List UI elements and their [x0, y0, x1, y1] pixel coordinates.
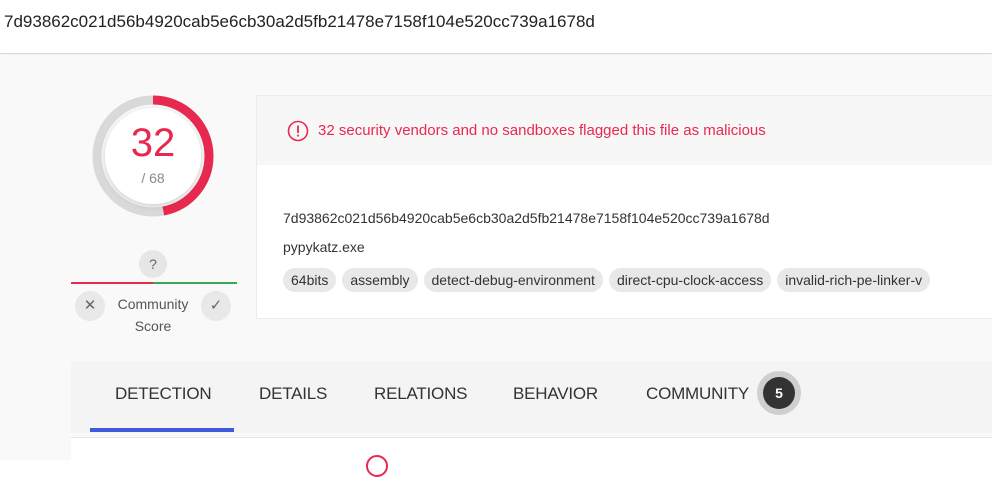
tab-behavior[interactable]: BEHAVIOR — [513, 384, 598, 404]
tab-detection[interactable]: DETECTION — [115, 384, 212, 404]
file-summary-card: 32 security vendors and no sandboxes fla… — [256, 95, 992, 319]
search-query-text[interactable]: 7d93862c021d56b4920cab5e6cb30a2d5fb21478… — [4, 12, 595, 32]
detection-count: 32 — [130, 121, 176, 165]
tab-details[interactable]: DETAILS — [259, 384, 327, 404]
community-score-label: Community Score — [108, 293, 198, 337]
search-bar[interactable]: 7d93862c021d56b4920cab5e6cb30a2d5fb21478… — [0, 0, 992, 54]
tag-chip[interactable]: invalid-rich-pe-linker-v — [777, 268, 931, 292]
file-hash: 7d93862c021d56b4920cab5e6cb30a2d5fb21478… — [283, 210, 770, 226]
community-label-line2: Score — [134, 318, 172, 334]
upvote-button[interactable]: ✓ — [201, 291, 231, 321]
community-count-badge: 5 — [757, 371, 801, 415]
tag-chip[interactable]: assembly — [342, 268, 418, 292]
tag-chip[interactable]: detect-debug-environment — [423, 268, 603, 292]
community-score-negative-bar — [71, 282, 153, 284]
help-icon[interactable]: ? — [139, 250, 167, 278]
tag-list: 64bits assembly detect-debug-environment di… — [283, 268, 936, 292]
alert-icon — [366, 455, 388, 477]
tag-chip[interactable]: direct-cpu-clock-access — [608, 268, 772, 292]
alert-icon — [287, 120, 309, 142]
community-label-line1: Community — [117, 296, 189, 312]
tag-chip[interactable]: 64bits — [283, 268, 337, 292]
alert-message: 32 security vendors and no sandboxes fla… — [318, 122, 766, 139]
close-icon: ✕ — [83, 297, 97, 314]
community-count: 5 — [763, 377, 795, 409]
detection-score-widget: 32 / 68 — [90, 93, 216, 219]
active-tab-indicator — [90, 428, 234, 432]
tab-community[interactable]: COMMUNITY — [646, 384, 749, 404]
community-score-positive-bar — [153, 282, 237, 284]
downvote-button[interactable]: ✕ — [75, 291, 105, 321]
file-name: pypykatz.exe — [283, 239, 365, 255]
engine-total: / 68 — [141, 170, 165, 186]
detection-panel — [71, 437, 992, 467]
check-icon: ✓ — [209, 297, 223, 314]
tab-relations[interactable]: RELATIONS — [374, 384, 467, 404]
detection-alert-banner: 32 security vendors and no sandboxes fla… — [257, 96, 992, 165]
